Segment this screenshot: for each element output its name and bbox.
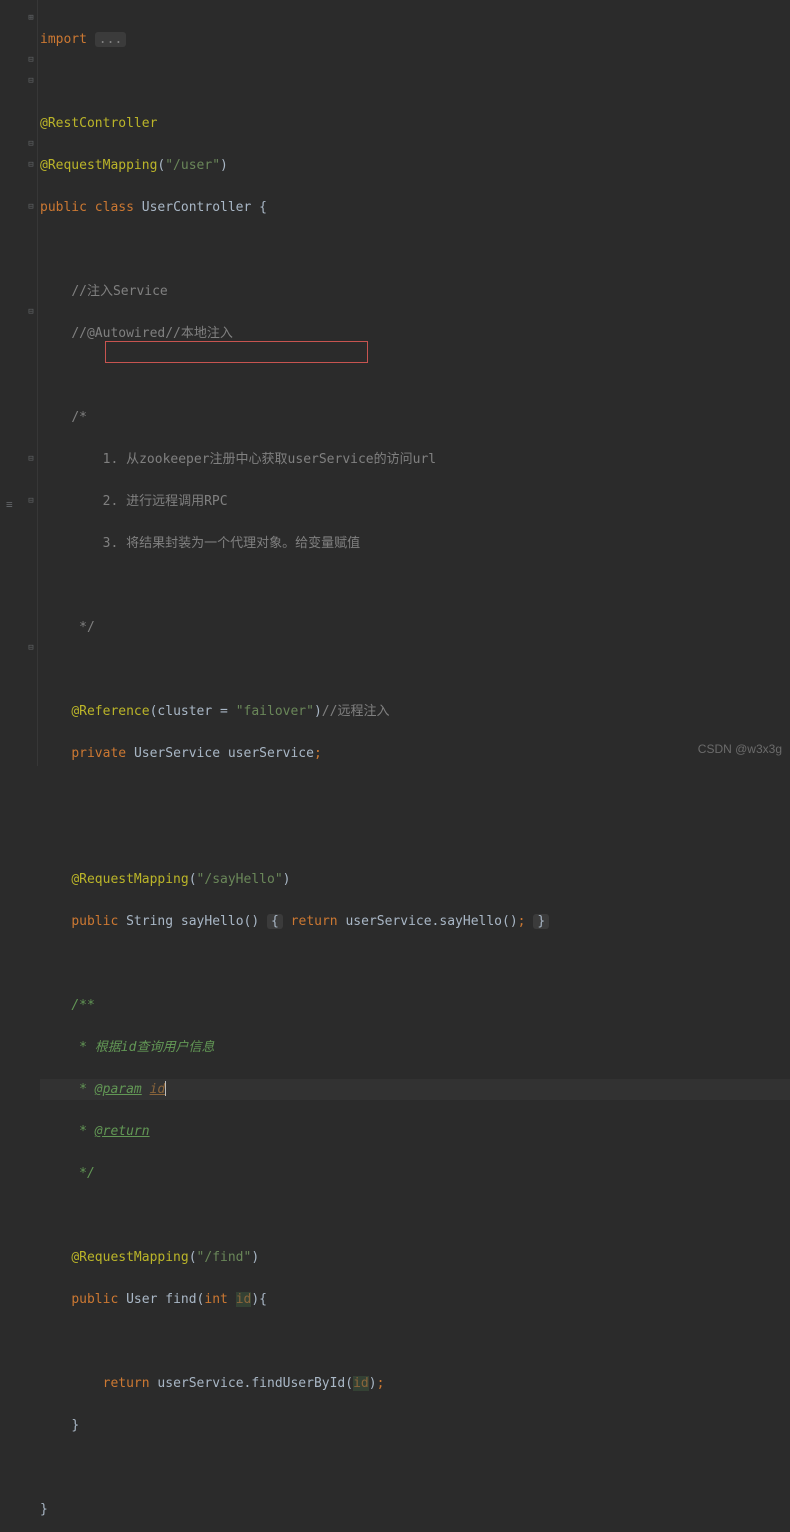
javadoc-tag: @return — [95, 1124, 150, 1139]
code-line: @RestController — [40, 113, 790, 134]
fold-collapse-icon[interactable]: ⊟ — [26, 454, 36, 464]
javadoc-tag: @param — [95, 1082, 142, 1097]
keyword: public — [71, 914, 118, 929]
code-line: public class UserController { — [40, 197, 790, 218]
string: "failover" — [236, 704, 314, 719]
string: "/find" — [197, 1250, 252, 1265]
code-line: //@Autowired//本地注入 — [40, 323, 790, 344]
code-line: @RequestMapping("/sayHello") — [40, 869, 790, 890]
caret — [165, 1081, 166, 1096]
comment: //远程注入 — [322, 704, 390, 719]
annotation: @RequestMapping — [40, 158, 157, 173]
comment: /* — [71, 410, 87, 425]
code-line: return userService.findUserById(id); — [40, 1373, 790, 1394]
fold-collapse-icon[interactable]: ⊟ — [26, 307, 36, 317]
code-editor[interactable]: ⊞ ⊟ ⊟ ⊟ ⊟ ⊟ ⊟ ⊟ ≡ ⊟ ⊟ import ... @RestCo… — [0, 0, 790, 766]
code-line: */ — [40, 1163, 790, 1184]
comment: //@Autowired//本地注入 — [71, 326, 233, 341]
fold-collapse-icon[interactable]: ⊟ — [26, 76, 36, 86]
code-line: } — [40, 1499, 790, 1520]
code-line: /** — [40, 995, 790, 1016]
code-line: public User find(int id){ — [40, 1289, 790, 1310]
code-line: 3. 将结果封装为一个代理对象。给变量赋值 — [40, 533, 790, 554]
keyword: class — [95, 200, 134, 215]
code-line-caret: * @param id — [40, 1079, 790, 1100]
annotation: @RestController — [40, 116, 157, 131]
comment: 3. 将结果封装为一个代理对象。给变量赋值 — [71, 536, 360, 551]
fold-collapse-icon[interactable]: ⊟ — [26, 55, 36, 65]
code-line: import ... — [40, 29, 790, 50]
fold-collapse-icon[interactable]: ⊟ — [26, 139, 36, 149]
watermark: CSDN @w3x3g — [698, 739, 782, 760]
keyword: private — [71, 746, 126, 761]
param: id — [353, 1376, 369, 1391]
code-line: public String sayHello() { return userSe… — [40, 911, 790, 932]
code-line: private UserService userService; — [40, 743, 790, 764]
comment: 1. 从zookeeper注册中心获取userService的访问url — [71, 452, 436, 467]
folded-brace[interactable]: } — [533, 914, 549, 929]
code-line: * @return — [40, 1121, 790, 1142]
code-line: //注入Service — [40, 281, 790, 302]
comment: */ — [71, 620, 94, 635]
fold-collapse-icon[interactable]: ⊟ — [26, 202, 36, 212]
comment: //注入Service — [71, 284, 167, 299]
folded-brace[interactable]: { — [267, 914, 283, 929]
fold-expand-icon[interactable]: ⊞ — [26, 13, 36, 23]
javadoc: /** — [71, 998, 94, 1013]
param: id — [236, 1292, 252, 1307]
keyword: import — [40, 32, 87, 47]
code-line: * 根据id查询用户信息 — [40, 1037, 790, 1058]
code-line: @RequestMapping("/find") — [40, 1247, 790, 1268]
code-line: 1. 从zookeeper注册中心获取userService的访问url — [40, 449, 790, 470]
code-line: } — [40, 1415, 790, 1436]
keyword: public — [40, 200, 87, 215]
code-line: */ — [40, 617, 790, 638]
highlight-box — [105, 341, 368, 363]
javadoc: */ — [71, 1166, 94, 1181]
separator-icon: ≡ — [6, 494, 13, 515]
keyword: int — [204, 1292, 227, 1307]
code-line: /* — [40, 407, 790, 428]
string: "/sayHello" — [197, 872, 283, 887]
code-area[interactable]: import ... @RestController @RequestMappi… — [38, 0, 790, 766]
class-name: UserController { — [142, 200, 267, 215]
code-line: @Reference(cluster = "failover")//远程注入 — [40, 701, 790, 722]
annotation: @Reference — [71, 704, 149, 719]
comment: 2. 进行远程调用RPC — [71, 494, 227, 509]
code-line: @RequestMapping("/user") — [40, 155, 790, 176]
annotation: @RequestMapping — [71, 872, 188, 887]
javadoc: * 根据id查询用户信息 — [71, 1040, 214, 1055]
code-line: 2. 进行远程调用RPC — [40, 491, 790, 512]
string: "/user" — [165, 158, 220, 173]
keyword: return — [291, 914, 338, 929]
folded-region[interactable]: ... — [95, 32, 126, 47]
gutter: ⊞ ⊟ ⊟ ⊟ ⊟ ⊟ ⊟ ⊟ ≡ ⊟ ⊟ — [0, 0, 38, 766]
javadoc-param: id — [150, 1082, 166, 1097]
type: UserService — [134, 746, 220, 761]
field: userService — [228, 746, 314, 761]
annotation: @RequestMapping — [71, 1250, 188, 1265]
fold-collapse-icon[interactable]: ⊟ — [26, 643, 36, 653]
fold-collapse-icon[interactable]: ⊟ — [26, 496, 36, 506]
keyword: return — [103, 1376, 150, 1391]
fold-collapse-icon[interactable]: ⊟ — [26, 160, 36, 170]
keyword: public — [71, 1292, 118, 1307]
